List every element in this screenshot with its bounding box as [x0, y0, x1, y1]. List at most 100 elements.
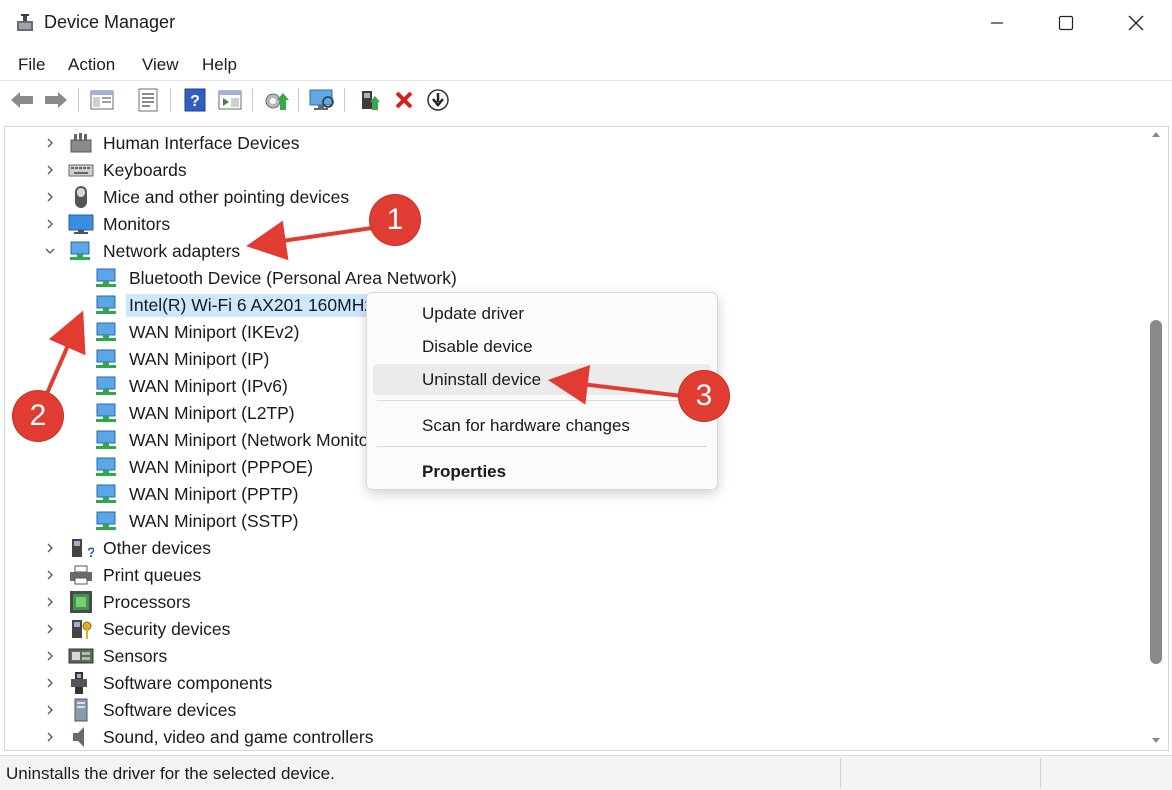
- tree-category[interactable]: Mice and other pointing devices: [42, 184, 352, 210]
- update-driver-toolbar-button[interactable]: [262, 86, 290, 114]
- toolbar-separator: [170, 88, 171, 112]
- tree-device-item[interactable]: WAN Miniport (L2TP): [94, 400, 298, 426]
- tree-device-item[interactable]: WAN Miniport (IKEv2): [94, 319, 303, 345]
- forward-arrow-icon: [45, 92, 67, 108]
- tree-device-label: WAN Miniport (L2TP): [129, 402, 295, 423]
- chevron-right-icon[interactable]: [42, 540, 58, 556]
- chevron-right-icon[interactable]: [42, 594, 58, 610]
- properties-toolbar-button[interactable]: [134, 86, 162, 114]
- menu-view[interactable]: View: [140, 54, 181, 76]
- tree-device-item[interactable]: Bluetooth Device (Personal Area Network): [94, 265, 460, 291]
- window-title: Device Manager: [44, 12, 176, 32]
- tree-device-item-selected[interactable]: Intel(R) Wi-Fi 6 AX201 160MHz: [94, 292, 377, 318]
- scan-hardware-toolbar-button[interactable]: [308, 86, 336, 114]
- chevron-right-icon[interactable]: [42, 567, 58, 583]
- console-tree-icon: [90, 90, 114, 110]
- scrollbar-thumb[interactable]: [1150, 320, 1162, 664]
- network-adapter-icon: [94, 375, 120, 397]
- tree-category[interactable]: ? Other devices: [42, 535, 214, 561]
- tree-category-label: Network adapters: [103, 240, 241, 261]
- tree-category[interactable]: Human Interface Devices: [42, 130, 302, 156]
- scroll-up-arrow-icon[interactable]: [1151, 130, 1161, 138]
- tree-device-item[interactable]: WAN Miniport (PPTP): [94, 481, 302, 507]
- tree-category-label: Processors: [103, 591, 191, 612]
- help-toolbar-button[interactable]: ?: [181, 86, 209, 114]
- chevron-right-icon[interactable]: [42, 702, 58, 718]
- tree-device-item[interactable]: WAN Miniport (PPPOE): [94, 454, 316, 480]
- scroll-down-arrow-icon[interactable]: [1151, 737, 1161, 745]
- tree-category[interactable]: Print queues: [42, 562, 204, 588]
- tree-device-label: WAN Miniport (IPv6): [129, 375, 288, 396]
- close-icon: [1128, 15, 1144, 31]
- svg-text:?: ?: [190, 93, 200, 110]
- processor-icon: [68, 591, 94, 613]
- chevron-right-icon[interactable]: [42, 216, 58, 232]
- tree-category[interactable]: Sensors: [42, 643, 170, 669]
- action-pane-icon: [218, 90, 242, 110]
- chevron-right-icon[interactable]: [42, 189, 58, 205]
- toolbar-separator: [78, 88, 79, 112]
- tree-category-label: Monitors: [103, 213, 171, 234]
- title-bar: Device Manager: [0, 0, 1172, 48]
- network-adapter-icon: [94, 348, 120, 370]
- tree-category[interactable]: Sound, video and game controllers: [42, 724, 376, 750]
- uninstall-device-menu-item[interactable]: Uninstall device: [373, 364, 711, 395]
- tree-device-label: WAN Miniport (Network Monitor): [129, 429, 381, 450]
- tree-device-item[interactable]: WAN Miniport (IP): [94, 346, 272, 372]
- tree-category-label: Print queues: [103, 564, 202, 585]
- update-driver-menu-item[interactable]: Update driver: [373, 298, 711, 329]
- disable-device-menu-item[interactable]: Disable device: [373, 331, 711, 362]
- action-pane-button[interactable]: [216, 86, 244, 114]
- minimize-button[interactable]: [962, 0, 1032, 46]
- toolbar-separator: [252, 88, 253, 112]
- maximize-button[interactable]: [1031, 0, 1101, 46]
- toolbar-separator: [298, 88, 299, 112]
- tree-device-item[interactable]: WAN Miniport (Network Monitor): [94, 427, 383, 453]
- menu-item-label: Uninstall device: [422, 369, 542, 389]
- scan-hardware-icon: [309, 89, 334, 110]
- show-hide-console-tree-button[interactable]: [88, 86, 116, 114]
- properties-sheet-icon: [138, 88, 158, 112]
- tree-device-item[interactable]: WAN Miniport (SSTP): [94, 508, 302, 534]
- menu-item-label: Disable device: [422, 336, 533, 356]
- tree-category[interactable]: Software devices: [42, 697, 239, 723]
- menu-action[interactable]: Action: [66, 54, 117, 76]
- chevron-right-icon[interactable]: [42, 162, 58, 178]
- device-manager-window: Device Manager File Action View Help ? H…: [0, 0, 1172, 790]
- network-adapter-icon: [94, 402, 120, 424]
- back-button[interactable]: [8, 86, 36, 114]
- scan-hardware-menu-item[interactable]: Scan for hardware changes: [373, 410, 711, 441]
- uninstall-device-toolbar-button[interactable]: [390, 86, 418, 114]
- tree-category[interactable]: Software components: [42, 670, 275, 696]
- tree-device-item[interactable]: WAN Miniport (IPv6): [94, 373, 291, 399]
- tree-device-label: WAN Miniport (PPPOE): [129, 456, 314, 477]
- properties-menu-item[interactable]: Properties: [373, 456, 711, 487]
- back-arrow-icon: [11, 92, 33, 108]
- close-button[interactable]: [1101, 0, 1171, 46]
- chevron-down-icon[interactable]: [42, 243, 58, 259]
- enable-device-toolbar-button[interactable]: [356, 86, 384, 114]
- keyboard-icon: [68, 159, 94, 181]
- tree-category-label: Sound, video and game controllers: [103, 726, 374, 747]
- menu-file[interactable]: File: [16, 54, 47, 76]
- tree-category[interactable]: Processors: [42, 589, 194, 615]
- disable-device-toolbar-button[interactable]: [424, 86, 452, 114]
- monitor-icon: [68, 213, 94, 235]
- chevron-right-icon[interactable]: [42, 621, 58, 637]
- chevron-right-icon[interactable]: [42, 729, 58, 745]
- tree-category[interactable]: Monitors: [42, 211, 173, 237]
- forward-button[interactable]: [42, 86, 70, 114]
- tree-category[interactable]: Security devices: [42, 616, 233, 642]
- menu-help[interactable]: Help: [200, 54, 239, 76]
- menu-item-label: Update driver: [422, 303, 525, 323]
- tree-category[interactable]: Keyboards: [42, 157, 190, 183]
- tree-category-label: Other devices: [103, 537, 211, 558]
- menu-separator: [377, 446, 707, 447]
- tree-category-expanded[interactable]: Network adapters: [42, 238, 243, 264]
- chevron-right-icon[interactable]: [42, 675, 58, 691]
- tree-category-label: Software devices: [103, 699, 237, 720]
- chevron-right-icon[interactable]: [42, 648, 58, 664]
- context-menu: Update driver Disable device Uninstall d…: [366, 292, 718, 490]
- chevron-right-icon[interactable]: [42, 135, 58, 151]
- tree-category-label: Mice and other pointing devices: [103, 186, 350, 207]
